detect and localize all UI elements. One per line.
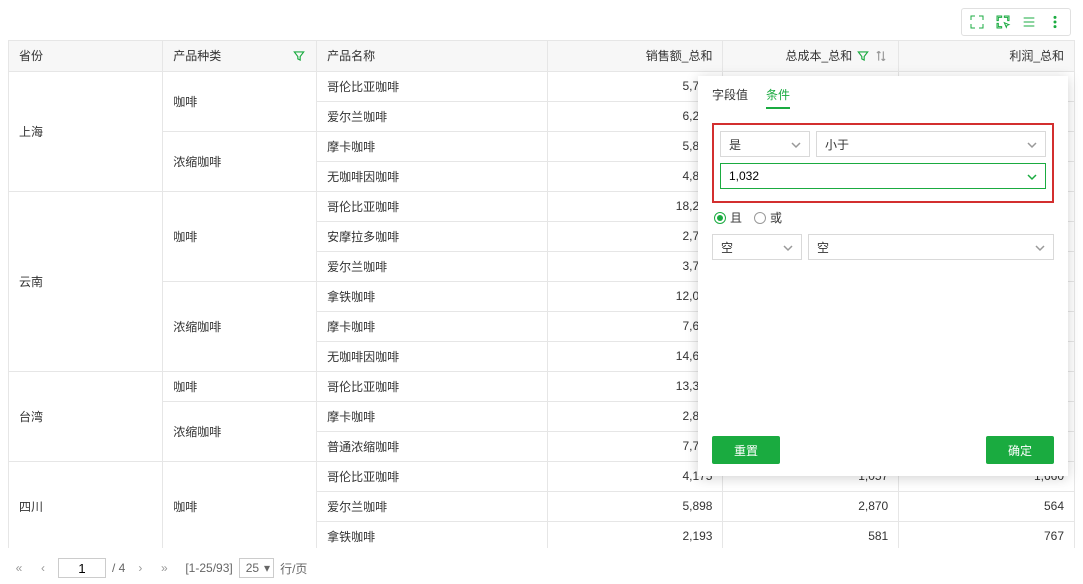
chevron-down-icon: [783, 242, 793, 252]
cell-name[interactable]: 拿铁咖啡: [317, 521, 548, 548]
cell-sales[interactable]: 5,898: [547, 131, 723, 161]
cell-name[interactable]: 爱尔兰咖啡: [317, 491, 548, 521]
reset-button[interactable]: 重置: [712, 436, 780, 464]
cell-sales[interactable]: 5,898: [547, 491, 723, 521]
cell-sales[interactable]: 6,262: [547, 101, 723, 131]
ok-button[interactable]: 确定: [986, 436, 1054, 464]
col-province[interactable]: 省份: [9, 41, 163, 71]
page-total: / 4: [112, 561, 125, 575]
page-next-button[interactable]: ›: [131, 559, 149, 577]
page-prev-button[interactable]: ‹: [34, 559, 52, 577]
cell-profit[interactable]: 767: [899, 521, 1075, 548]
highlight-box: 是 小于: [712, 123, 1054, 203]
sort-icon[interactable]: [874, 49, 888, 63]
chevron-down-icon: [1027, 139, 1037, 149]
cell-cost[interactable]: 581: [723, 521, 899, 548]
cell-category[interactable]: 浓缩咖啡: [163, 401, 317, 461]
cell-name[interactable]: 无咖啡因咖啡: [317, 161, 548, 191]
col-cost[interactable]: 总成本_总和: [723, 41, 899, 71]
logic-or-radio[interactable]: 或: [754, 209, 782, 226]
cell-province[interactable]: 台湾: [9, 371, 163, 461]
cell-sales[interactable]: 14,607: [547, 341, 723, 371]
cell-name[interactable]: 哥伦比亚咖啡: [317, 371, 548, 401]
cell-name[interactable]: 爱尔兰咖啡: [317, 251, 548, 281]
tab-field-values[interactable]: 字段值: [712, 86, 748, 109]
cell-profit[interactable]: 564: [899, 491, 1075, 521]
cell-cost[interactable]: 2,870: [723, 491, 899, 521]
cell-category[interactable]: 咖啡: [163, 191, 317, 281]
cell-sales[interactable]: 5,712: [547, 71, 723, 101]
logic-and-radio[interactable]: 且: [714, 209, 742, 226]
cell-name[interactable]: 安摩拉多咖啡: [317, 221, 548, 251]
filter-popover: 字段值 条件 是 小于 且 或 空 空 重置 确定: [698, 76, 1068, 476]
chevron-down-icon: [1027, 171, 1037, 181]
col-category[interactable]: 产品种类: [163, 41, 317, 71]
cell-category[interactable]: 浓缩咖啡: [163, 281, 317, 371]
cell-sales[interactable]: 3,739: [547, 251, 723, 281]
cell-sales[interactable]: 7,798: [547, 431, 723, 461]
cell-category[interactable]: 浓缩咖啡: [163, 131, 317, 191]
cell-name[interactable]: 普通浓缩咖啡: [317, 431, 548, 461]
cell-sales[interactable]: 4,887: [547, 161, 723, 191]
cell-name[interactable]: 爱尔兰咖啡: [317, 101, 548, 131]
col-profit[interactable]: 利润_总和: [899, 41, 1075, 71]
cell-name[interactable]: 拿铁咖啡: [317, 281, 548, 311]
page-first-button[interactable]: «: [10, 559, 28, 577]
cell-name[interactable]: 无咖啡因咖啡: [317, 341, 548, 371]
cell-sales[interactable]: 2,193: [547, 521, 723, 548]
page-last-button[interactable]: »: [155, 559, 173, 577]
col-sales[interactable]: 销售额_总和: [547, 41, 723, 71]
cell-province[interactable]: 四川: [9, 461, 163, 548]
cell-province[interactable]: 上海: [9, 71, 163, 191]
cell-sales[interactable]: 13,301: [547, 371, 723, 401]
cell-sales[interactable]: 2,714: [547, 221, 723, 251]
col-name[interactable]: 产品名称: [317, 41, 548, 71]
list-icon[interactable]: [1020, 13, 1038, 31]
cell-sales[interactable]: 7,691: [547, 311, 723, 341]
chevron-down-icon: ▾: [264, 561, 270, 575]
filter-icon[interactable]: [292, 49, 306, 63]
cell-sales[interactable]: 12,001: [547, 281, 723, 311]
cond-op-select[interactable]: 小于: [816, 131, 1046, 157]
more-icon[interactable]: [1046, 13, 1064, 31]
cell-province[interactable]: 云南: [9, 191, 163, 371]
cell-name[interactable]: 哥伦比亚咖啡: [317, 191, 548, 221]
chevron-down-icon: [1035, 242, 1045, 252]
cell-category[interactable]: 咖啡: [163, 371, 317, 401]
cond2-is-select[interactable]: 空: [712, 234, 802, 260]
cell-sales[interactable]: 18,245: [547, 191, 723, 221]
cell-name[interactable]: 哥伦比亚咖啡: [317, 461, 548, 491]
cell-category[interactable]: 咖啡: [163, 71, 317, 131]
chevron-down-icon: [791, 139, 801, 149]
cell-name[interactable]: 哥伦比亚咖啡: [317, 71, 548, 101]
filter-icon[interactable]: [856, 49, 870, 63]
tab-conditions[interactable]: 条件: [766, 86, 790, 109]
cell-name[interactable]: 摩卡咖啡: [317, 401, 548, 431]
page-range: [1-25/93]: [185, 561, 232, 575]
cond-is-select[interactable]: 是: [720, 131, 810, 157]
cell-sales[interactable]: 2,804: [547, 401, 723, 431]
cell-sales[interactable]: 4,175: [547, 461, 723, 491]
cursor-select-icon[interactable]: [994, 13, 1012, 31]
cond-value-input[interactable]: [720, 163, 1046, 189]
expand-icon[interactable]: [968, 13, 986, 31]
page-input[interactable]: [58, 558, 106, 578]
cell-category[interactable]: 咖啡: [163, 461, 317, 548]
cell-name[interactable]: 摩卡咖啡: [317, 131, 548, 161]
cell-name[interactable]: 摩卡咖啡: [317, 311, 548, 341]
cond2-op-select[interactable]: 空: [808, 234, 1054, 260]
cond-value-field[interactable]: [729, 169, 1027, 183]
table-toolbar: [961, 8, 1071, 36]
pager: « ‹ / 4 › » [1-25/93] 25▾ 行/页: [10, 558, 307, 578]
per-page-label: 行/页: [280, 560, 307, 577]
page-size-select[interactable]: 25▾: [239, 558, 274, 578]
